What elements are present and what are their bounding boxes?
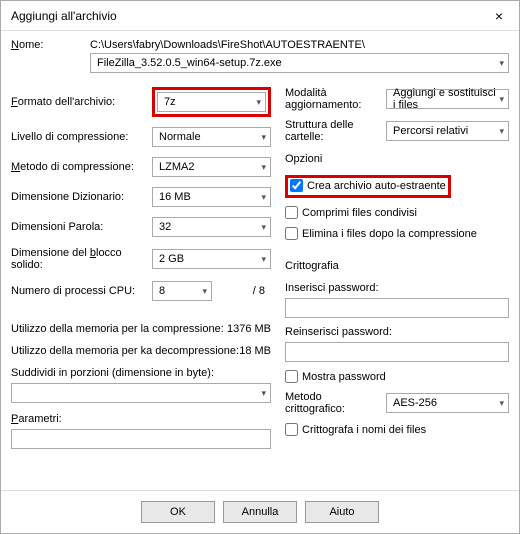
mem-decompress-row: Utilizzo della memoria per ka decompress…: [11, 345, 271, 357]
sfx-checkbox-input[interactable]: [290, 179, 303, 192]
crypto-method-row: Metodo crittografico: AES-256 ▾: [285, 391, 509, 415]
archive-format-row: Formato dell'archivio: 7z ▾: [11, 87, 271, 117]
cpu-total: / 8: [218, 285, 271, 297]
left-column: Formato dell'archivio: 7z ▾ Livello di c…: [11, 87, 271, 449]
close-icon[interactable]: ×: [489, 8, 509, 24]
archive-filename-input[interactable]: FileZilla_3.52.0.5_win64-setup.7z.exe ▾: [90, 53, 509, 73]
mem-compress-row: Utilizzo della memoria per la compressio…: [11, 323, 271, 335]
pw-label: Inserisci password:: [285, 282, 509, 294]
titlebar: Aggiungi all'archivio ×: [1, 1, 519, 31]
compression-level-row: Livello di compressione: Normale ▾: [11, 127, 271, 147]
format-label: Formato dell'archivio:: [11, 96, 146, 108]
word-size-row: Dimensioni Parola: 32 ▾: [11, 217, 271, 237]
format-select[interactable]: 7z ▾: [157, 92, 266, 112]
delete-after-checkbox[interactable]: Elimina i files dopo la compressione: [285, 227, 509, 240]
word-select[interactable]: 32 ▾: [152, 217, 271, 237]
struct-select[interactable]: Percorsi relativi ▾: [386, 121, 509, 141]
help-button[interactable]: Aiuto: [305, 501, 379, 523]
chevron-down-icon: ▾: [261, 254, 266, 265]
split-section: Suddividi in porzioni (dimensione in byt…: [11, 367, 271, 403]
chevron-down-icon: ▾: [202, 286, 207, 297]
crypto-method-label: Metodo crittografico:: [285, 391, 380, 415]
struct-label: Struttura delle cartelle:: [285, 119, 380, 143]
show-password-checkbox-input[interactable]: [285, 370, 298, 383]
chevron-down-icon: ▾: [261, 388, 266, 399]
sfx-checkbox[interactable]: Crea archivio auto-estraente: [290, 179, 446, 192]
mem-compress-label: Utilizzo della memoria per la compressio…: [11, 323, 224, 335]
method-label: Metodo di compressione:: [11, 161, 146, 173]
chevron-down-icon: ▾: [499, 126, 504, 137]
split-select[interactable]: ▾: [11, 383, 271, 403]
options-title: Opzioni: [285, 153, 509, 165]
password-section: Inserisci password:: [285, 282, 509, 318]
right-column: Modalità aggiornamento: Aggiungi e sosti…: [285, 87, 509, 449]
password-input[interactable]: [285, 298, 509, 318]
delete-after-checkbox-input[interactable]: [285, 227, 298, 240]
mem-decompress-label: Utilizzo della memoria per ka decompress…: [11, 345, 239, 357]
archive-name-row: NNome:ome: C:\Users\fabry\Downloads\Fire…: [11, 39, 509, 73]
method-select[interactable]: LZMA2 ▾: [152, 157, 271, 177]
archive-path: C:\Users\fabry\Downloads\FireShot\AUTOES…: [90, 39, 509, 51]
window-title: Aggiungi all'archivio: [11, 9, 489, 23]
level-select[interactable]: Normale ▾: [152, 127, 271, 147]
encrypt-names-checkbox-input[interactable]: [285, 423, 298, 436]
chevron-down-icon: ▾: [261, 162, 266, 173]
content-area: NNome:ome: C:\Users\fabry\Downloads\Fire…: [1, 31, 519, 490]
button-bar: OK Annulla Aiuto: [1, 490, 519, 533]
shared-checkbox[interactable]: Comprimi files condivisi: [285, 206, 509, 219]
crypto-title: Crittografia: [285, 260, 509, 272]
mem-decompress-value: 18 MB: [239, 345, 271, 357]
chevron-down-icon: ▾: [261, 192, 266, 203]
cpu-select[interactable]: 8 ▾: [152, 281, 212, 301]
folder-struct-row: Struttura delle cartelle: Percorsi relat…: [285, 119, 509, 143]
password-confirm-input[interactable]: [285, 342, 509, 362]
dict-size-row: Dimensione Dizionario: 16 MB ▾: [11, 187, 271, 207]
dict-label: Dimensione Dizionario:: [11, 191, 146, 203]
columns: Formato dell'archivio: 7z ▾ Livello di c…: [11, 87, 509, 449]
word-label: Dimensioni Parola:: [11, 221, 146, 233]
params-section: Parametri:: [11, 413, 271, 449]
dict-select[interactable]: 16 MB ▾: [152, 187, 271, 207]
block-label: Dimensione del blocco solido:: [11, 247, 146, 271]
encrypt-names-checkbox[interactable]: Crittografa i nomi dei files: [285, 423, 509, 436]
chevron-down-icon: ▾: [499, 398, 504, 409]
cpu-label: Numero di processi CPU:: [11, 285, 146, 297]
chevron-down-icon: ▾: [499, 58, 504, 69]
cancel-button[interactable]: Annulla: [223, 501, 297, 523]
compression-method-row: Metodo di compressione: LZMA2 ▾: [11, 157, 271, 177]
shared-checkbox-input[interactable]: [285, 206, 298, 219]
update-mode-row: Modalità aggiornamento: Aggiungi e sosti…: [285, 87, 509, 111]
format-highlight: 7z ▾: [152, 87, 271, 117]
split-label: Suddividi in porzioni (dimensione in byt…: [11, 367, 271, 379]
name-label: NNome:ome:: [11, 39, 86, 51]
cpu-threads-row: Numero di processi CPU: 8 ▾ / 8: [11, 281, 271, 301]
mem-compress-value: 1376 MB: [227, 323, 271, 335]
crypto-method-select[interactable]: AES-256 ▾: [386, 393, 509, 413]
params-label: Parametri:: [11, 413, 271, 425]
chevron-down-icon: ▾: [261, 132, 266, 143]
params-input[interactable]: [11, 429, 271, 449]
password2-section: Reinserisci password:: [285, 326, 509, 362]
update-label: Modalità aggiornamento:: [285, 87, 380, 111]
name-fields: C:\Users\fabry\Downloads\FireShot\AUTOES…: [90, 39, 509, 73]
level-label: Livello di compressione:: [11, 131, 146, 143]
ok-button[interactable]: OK: [141, 501, 215, 523]
dialog-window: Aggiungi all'archivio × NNome:ome: C:\Us…: [0, 0, 520, 534]
update-select[interactable]: Aggiungi e sostituisci i files ▾: [386, 89, 509, 109]
chevron-down-icon: ▾: [499, 94, 504, 105]
chevron-down-icon: ▾: [256, 97, 261, 108]
chevron-down-icon: ▾: [261, 222, 266, 233]
sfx-highlight: Crea archivio auto-estraente: [285, 175, 451, 198]
pw2-label: Reinserisci password:: [285, 326, 509, 338]
solid-block-row: Dimensione del blocco solido: 2 GB ▾: [11, 247, 271, 271]
block-select[interactable]: 2 GB ▾: [152, 249, 271, 269]
show-password-checkbox[interactable]: Mostra password: [285, 370, 509, 383]
